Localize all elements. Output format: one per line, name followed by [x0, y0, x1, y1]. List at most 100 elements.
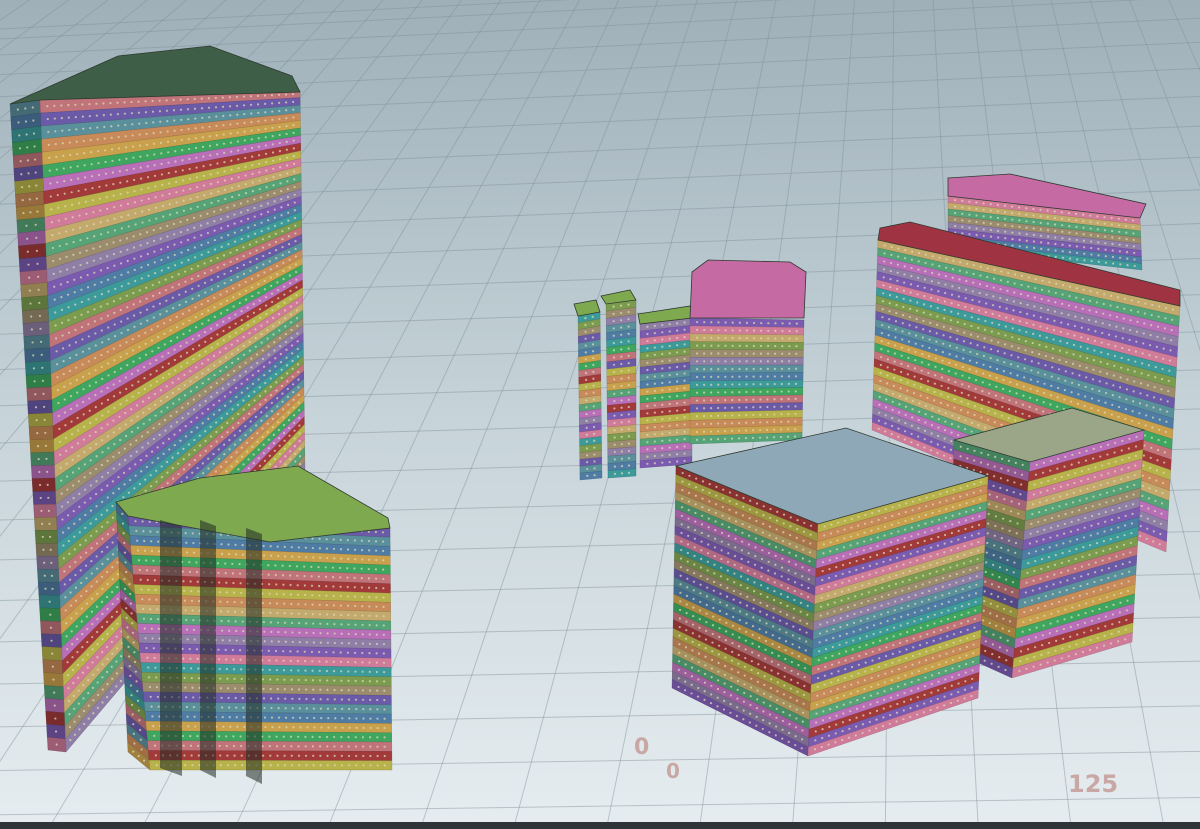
tower-left-window	[207, 417, 210, 420]
podium-left-window	[361, 642, 365, 645]
slab-red-window	[1066, 332, 1069, 335]
tower-left-window	[42, 548, 45, 551]
podium-left-window	[341, 726, 344, 729]
slab-red-window	[1019, 311, 1022, 314]
tower-left-window	[87, 704, 90, 707]
podium-left-window	[333, 735, 336, 739]
tower-left-window	[189, 380, 192, 383]
tower-left-window	[249, 260, 252, 264]
pink-roof-block-window	[795, 352, 798, 355]
3d-city-scene[interactable]: 0 0 125	[0, 0, 1200, 829]
small-block-window	[668, 330, 671, 333]
podium-left-window	[143, 549, 147, 552]
slab-red-window	[940, 393, 943, 396]
podium-left-window	[270, 716, 274, 719]
tower-left-window	[233, 443, 237, 446]
slab-red-window	[920, 377, 923, 381]
tower-left-window	[238, 374, 242, 377]
tower-left-window	[86, 666, 89, 669]
tower-left-window	[51, 587, 54, 590]
slab-red-window	[968, 359, 972, 362]
slab-red-window	[902, 305, 905, 309]
tower-left-window	[202, 472, 205, 475]
tower-left-window	[278, 158, 282, 161]
slab-red-window	[1093, 339, 1097, 342]
pink-roof-block-window	[766, 413, 769, 416]
tower-left-window	[86, 627, 89, 631]
tower-left-window	[187, 118, 190, 121]
tower-left-window	[134, 279, 137, 283]
pink-slab-window	[1074, 212, 1078, 216]
tower-left-window	[94, 393, 97, 397]
tower-left-window	[245, 441, 249, 444]
tower-left-window	[185, 351, 189, 354]
podium-left-window	[297, 754, 301, 757]
small-block-window	[646, 347, 649, 350]
podium-left-window	[276, 621, 280, 624]
podium-left-window	[325, 547, 329, 550]
slab-red-window	[1156, 335, 1159, 338]
tower-left-window	[155, 358, 158, 362]
podium-left-window	[269, 687, 272, 691]
podium-left-window	[132, 641, 135, 644]
podium-left-window	[241, 764, 244, 767]
slab-red-window	[1134, 350, 1137, 353]
tower-left-window	[134, 474, 137, 477]
tower-left-window	[139, 233, 142, 236]
slab-red-window	[994, 403, 997, 406]
tower-left-window	[61, 505, 64, 508]
tower-left-window	[106, 496, 109, 499]
slab-red-window	[1158, 305, 1161, 308]
tower-left-window	[285, 124, 288, 128]
slab-red-window	[986, 276, 989, 279]
slab-red-window	[1033, 296, 1036, 299]
pink-slab-window	[1018, 245, 1021, 248]
slab-red-window	[1102, 312, 1105, 315]
slab-red-window	[965, 279, 968, 283]
tower-left-window	[236, 122, 239, 125]
tower-left-window	[231, 195, 234, 199]
tower-left-window	[167, 437, 170, 440]
thin-tower-2-window	[627, 427, 630, 431]
podium-left-window	[124, 597, 127, 600]
tower-left-window	[192, 357, 195, 361]
pink-roof-block-window	[695, 368, 699, 371]
small-block-window	[683, 423, 686, 426]
tower-left-window	[229, 132, 232, 135]
tower-left-window	[210, 395, 213, 398]
pink-slab-window	[1025, 233, 1028, 236]
thin-tower-2-window	[627, 318, 630, 321]
podium-left-window	[181, 734, 185, 738]
tower-left-window	[260, 333, 263, 336]
tower-left-window	[40, 353, 43, 356]
slab-red-window	[1041, 279, 1044, 282]
tower-left-window	[110, 615, 114, 619]
podium-left-window	[126, 626, 129, 629]
podium-left-window	[148, 685, 152, 689]
podium-left-window	[127, 645, 130, 648]
tower-left-window	[171, 296, 174, 299]
podium-left-window	[312, 622, 315, 625]
pink-slab-window	[1090, 246, 1093, 250]
tower-left-window	[263, 288, 266, 291]
podium-left-window	[216, 562, 220, 565]
tower-left-window	[69, 153, 72, 157]
tower-left-window	[285, 109, 288, 112]
pink-slab-window	[1025, 226, 1028, 229]
tower-left-window	[181, 169, 184, 172]
pink-slab-window	[1111, 249, 1114, 252]
tower-left-window	[132, 360, 135, 363]
pink-slab-window	[1060, 211, 1063, 214]
tower-left-floor	[34, 530, 58, 544]
slab-red-window	[934, 365, 937, 368]
slab-red-window	[929, 321, 932, 324]
podium-left-window	[262, 754, 265, 757]
tower-left-window	[227, 243, 230, 246]
tower-left-window	[80, 594, 83, 598]
tower-left-window	[118, 415, 121, 418]
tower-left-window	[145, 286, 148, 289]
tower-left-window	[193, 97, 196, 101]
podium-left-window	[332, 575, 335, 579]
pink-roof-block-window	[767, 337, 770, 340]
podium-left-window	[220, 552, 224, 555]
